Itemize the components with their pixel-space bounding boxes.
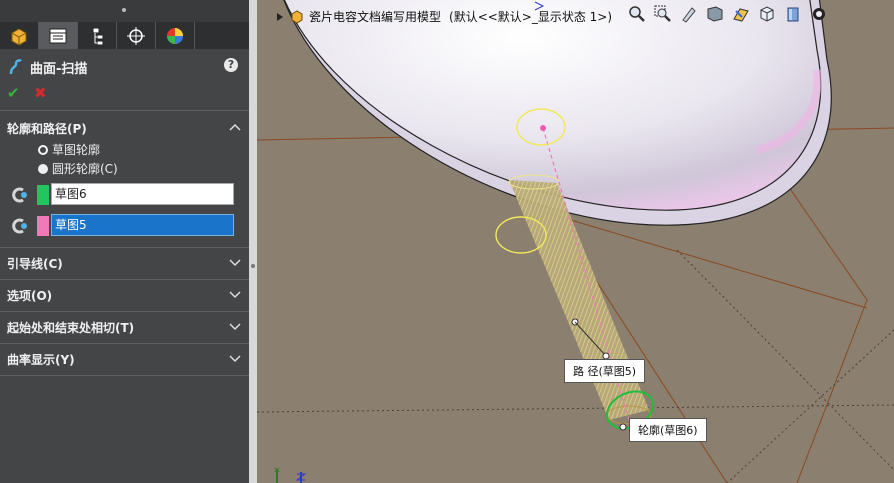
- sweep-surface-icon: [9, 59, 22, 75]
- chevron-down-icon[interactable]: [229, 353, 241, 363]
- section-curvature-display[interactable]: 曲率显示(Y): [0, 344, 249, 374]
- path-selection-box[interactable]: 草图5: [51, 214, 234, 236]
- profile-leader-point: [619, 423, 627, 431]
- tab-feature-manager[interactable]: [0, 22, 39, 49]
- cancel-button[interactable]: ✖: [34, 84, 47, 102]
- tab-configuration-manager[interactable]: [78, 22, 117, 49]
- path-callout[interactable]: 路 径(草图5): [564, 359, 646, 383]
- tab-dimxpert[interactable]: [117, 22, 156, 49]
- dimxpert-icon: [127, 26, 145, 45]
- path-color-swatch: [37, 216, 49, 236]
- section-start-end-tangency-label: 起始处和结束处相切(T): [7, 320, 135, 335]
- model-view[interactable]: [257, 0, 894, 483]
- chevron-up-icon[interactable]: [229, 122, 241, 132]
- section-profile-path[interactable]: 轮廓和路径(P): [0, 113, 249, 143]
- chevron-down-icon[interactable]: [229, 257, 241, 267]
- section-start-end-tangency[interactable]: 起始处和结束处相切(T): [0, 312, 249, 342]
- appearance-icon[interactable]: [809, 4, 829, 24]
- zoom-to-fit-icon[interactable]: [627, 4, 647, 24]
- path-icon: [12, 218, 27, 234]
- splitter-handle[interactable]: [251, 264, 255, 268]
- section-view-icon[interactable]: [705, 4, 725, 24]
- section-options-label: 选项(O): [7, 288, 53, 303]
- graphics-area[interactable]: 瓷片电容文档编写用模型 (默认<<默认>_显示状态 1>) 路 径(草图5) 轮…: [257, 0, 894, 483]
- tab-property-manager[interactable]: [39, 22, 78, 49]
- divider: [0, 375, 249, 376]
- axes-triad: [274, 467, 307, 483]
- part-icon: [291, 9, 303, 24]
- ok-button[interactable]: ✔: [7, 84, 20, 102]
- heads-up-toolbar: [627, 4, 829, 24]
- configuration-manager-icon: [92, 27, 104, 45]
- display-style-icon[interactable]: [757, 4, 777, 24]
- manager-tabs: [0, 22, 249, 49]
- path-start-point: [540, 125, 546, 131]
- radio-sketch-profile-label: 草图轮廓: [52, 143, 101, 157]
- view-orientation-icon[interactable]: [731, 4, 751, 24]
- section-guide-curves-label: 引导线(C): [7, 256, 63, 271]
- chevron-down-icon[interactable]: [229, 289, 241, 299]
- expand-arrow-icon[interactable]: [275, 12, 285, 22]
- panel-splitter[interactable]: [249, 0, 257, 483]
- section-guide-curves[interactable]: 引导线(C): [0, 248, 249, 278]
- help-icon[interactable]: ?: [224, 58, 238, 72]
- configuration-label: (默认<<默认>_显示状态 1>): [449, 10, 613, 24]
- tab-display-manager[interactable]: [156, 22, 195, 49]
- feature-name: 曲面-扫描: [30, 61, 88, 77]
- chevron-down-icon[interactable]: [229, 321, 241, 331]
- grip-dot: [122, 8, 126, 12]
- divider: [0, 110, 249, 111]
- profile-selection-row: 草图6: [7, 183, 237, 207]
- section-curvature-display-label: 曲率显示(Y): [7, 352, 75, 367]
- section-options[interactable]: 选项(O): [0, 280, 249, 310]
- radio-button[interactable]: [38, 163, 48, 174]
- hide-show-items-icon[interactable]: [783, 4, 803, 24]
- section-profile-path-label: 轮廓和路径(P): [7, 121, 87, 136]
- feature-title: 曲面-扫描: [8, 55, 87, 79]
- path-selection-row: 草图5: [7, 214, 237, 238]
- document-breadcrumb[interactable]: 瓷片电容文档编写用模型 (默认<<默认>_显示状态 1>): [275, 8, 612, 25]
- profile-color-swatch: [37, 185, 49, 205]
- panel-grip[interactable]: [0, 0, 249, 22]
- profile-callout[interactable]: 轮廓(草图6): [629, 418, 707, 442]
- radio-circular-profile[interactable]: 圆形轮廓(C): [38, 160, 118, 177]
- radio-button[interactable]: [38, 144, 48, 155]
- profile-selection-box[interactable]: 草图6: [51, 183, 234, 205]
- property-manager-icon: [49, 28, 67, 43]
- radio-sketch-profile[interactable]: 草图轮廓: [38, 141, 100, 158]
- radio-circular-profile-label: 圆形轮廓(C): [52, 162, 118, 176]
- display-manager-icon: [167, 27, 183, 44]
- document-title: 瓷片电容文档编写用模型: [309, 10, 442, 24]
- previous-view-icon[interactable]: [679, 4, 699, 24]
- feature-manager-icon: [11, 27, 27, 46]
- zoom-area-icon[interactable]: [653, 4, 673, 24]
- profile-icon: [12, 187, 27, 203]
- property-manager-panel: 曲面-扫描 ? ✔ ✖ 轮廓和路径(P) 草图轮廓 圆形轮廓(C) 草图6 草图…: [0, 0, 249, 483]
